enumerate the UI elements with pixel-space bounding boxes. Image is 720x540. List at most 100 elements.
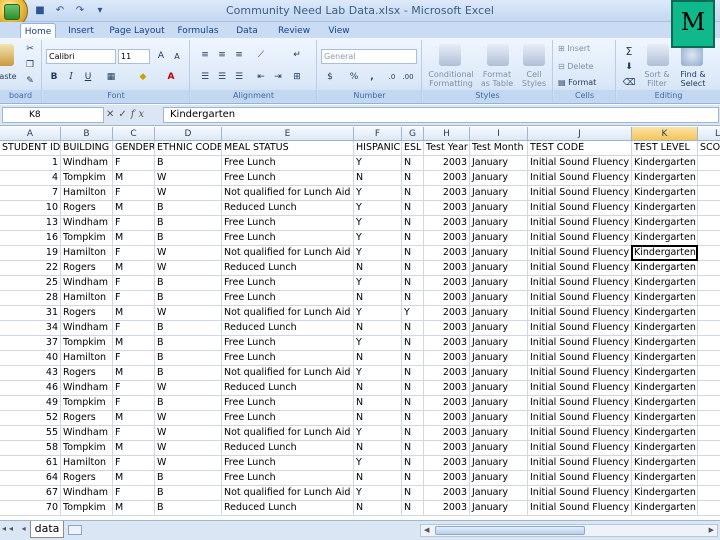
table-cell[interactable]: F — [113, 246, 155, 261]
copy-icon[interactable]: ❐ — [22, 58, 38, 73]
table-cell[interactable]: 34 — [0, 321, 61, 336]
table-cell[interactable]: N — [354, 171, 402, 186]
table-cell[interactable]: Free Lunch — [222, 291, 354, 306]
table-cell[interactable]: Initial Sound Fluency — [528, 156, 632, 171]
table-cell[interactable]: January — [470, 291, 528, 306]
table-cell[interactable]: Kindergarten — [632, 201, 698, 216]
table-cell[interactable]: 2003 — [424, 321, 470, 336]
table-cell[interactable]: Initial Sound Fluency — [528, 231, 632, 246]
table-cell[interactable]: 19 — [0, 246, 61, 261]
table-cell[interactable]: F — [113, 291, 155, 306]
table-cell[interactable]: Kindergarten — [632, 321, 698, 336]
table-cell[interactable]: 1 — [698, 381, 720, 396]
table-cell[interactable]: January — [470, 396, 528, 411]
table-cell[interactable]: N — [354, 291, 402, 306]
table-cell[interactable]: Initial Sound Fluency — [528, 351, 632, 366]
table-cell[interactable]: Y — [354, 156, 402, 171]
table-cell[interactable]: January — [470, 411, 528, 426]
table-cell[interactable]: M — [113, 201, 155, 216]
table-cell[interactable]: W — [155, 426, 222, 441]
format-as-table-icon[interactable] — [487, 44, 509, 66]
table-cell[interactable] — [698, 156, 720, 171]
table-cell[interactable]: M — [113, 471, 155, 486]
table-cell[interactable]: 46 — [0, 381, 61, 396]
table-cell[interactable] — [698, 291, 720, 306]
table-cell[interactable]: Y — [354, 276, 402, 291]
table-cell[interactable]: Rogers — [61, 411, 113, 426]
table-cell[interactable]: B — [155, 201, 222, 216]
table-cell[interactable]: Tompkim — [61, 441, 113, 456]
table-cell[interactable] — [698, 276, 720, 291]
grow-font-icon[interactable]: A — [153, 49, 169, 64]
table-cell[interactable]: Kindergarten — [632, 216, 698, 231]
table-cell[interactable]: Kindergarten — [632, 501, 698, 516]
table-cell[interactable]: Y — [354, 306, 402, 321]
table-cell[interactable]: N — [354, 441, 402, 456]
table-cell[interactable]: Reduced Lunch — [222, 261, 354, 276]
table-cell[interactable]: 2003 — [424, 381, 470, 396]
fill-color-icon[interactable]: ◆ — [135, 70, 151, 85]
decrease-decimal-icon[interactable]: .00 — [400, 70, 416, 85]
table-cell[interactable]: Free Lunch — [222, 231, 354, 246]
scroll-left-icon[interactable]: ◀ — [424, 525, 429, 536]
header-cell[interactable]: SCO — [698, 141, 720, 156]
tab-page-layout[interactable]: Page Layout — [106, 23, 168, 39]
column-header-d[interactable]: D — [155, 127, 222, 141]
table-cell[interactable]: Free Lunch — [222, 456, 354, 471]
table-cell[interactable]: Kindergarten — [632, 306, 698, 321]
table-cell[interactable]: N — [354, 501, 402, 516]
table-cell[interactable]: M — [113, 171, 155, 186]
table-cell[interactable]: N — [402, 486, 424, 501]
table-cell[interactable]: 43 — [0, 366, 61, 381]
conditional-formatting-label[interactable]: Conditional Formatting — [423, 70, 479, 88]
table-cell[interactable]: Initial Sound Fluency — [528, 261, 632, 276]
clear-icon[interactable]: ⌫ — [621, 76, 637, 91]
table-cell[interactable]: 22 — [0, 261, 61, 276]
table-cell[interactable]: Y — [354, 426, 402, 441]
table-cell[interactable]: 40 — [0, 351, 61, 366]
table-cell[interactable]: Reduced Lunch — [222, 501, 354, 516]
table-cell[interactable]: Kindergarten — [632, 186, 698, 201]
table-cell[interactable]: 37 — [0, 336, 61, 351]
table-cell[interactable]: F — [113, 396, 155, 411]
header-cell[interactable]: ETHNIC CODE — [155, 141, 222, 156]
table-cell[interactable]: Rogers — [61, 471, 113, 486]
tab-view[interactable]: View — [322, 23, 356, 39]
merge-center-icon[interactable]: ⊞ — [289, 70, 305, 85]
cancel-icon[interactable]: ✕ — [106, 109, 118, 120]
table-cell[interactable]: Not qualified for Lunch Aid — [222, 486, 354, 501]
table-cell[interactable]: Free Lunch — [222, 351, 354, 366]
spreadsheet-grid[interactable]: A B C D E F G H I J K L STUDENT ID BUILDING GENDER ETHN… — [0, 127, 720, 520]
table-cell[interactable]: January — [470, 426, 528, 441]
table-cell[interactable]: 58 — [0, 441, 61, 456]
column-header-j[interactable]: J — [528, 127, 632, 141]
table-cell[interactable]: 1 — [698, 351, 720, 366]
table-cell[interactable]: 2003 — [424, 501, 470, 516]
name-box[interactable]: K8 — [2, 107, 104, 123]
table-cell[interactable]: M — [113, 231, 155, 246]
cell-styles-icon[interactable] — [523, 44, 545, 66]
table-cell[interactable]: B — [155, 336, 222, 351]
cut-icon[interactable]: ✂ — [22, 42, 38, 57]
table-cell[interactable]: January — [470, 201, 528, 216]
table-cell[interactable]: N — [402, 291, 424, 306]
font-color-icon[interactable]: A — [163, 70, 179, 85]
table-cell[interactable]: N — [402, 201, 424, 216]
table-cell[interactable]: Y — [354, 366, 402, 381]
table-cell[interactable]: Free Lunch — [222, 411, 354, 426]
table-cell[interactable]: N — [402, 366, 424, 381]
table-cell[interactable]: 67 — [0, 486, 61, 501]
table-cell[interactable]: January — [470, 231, 528, 246]
table-cell[interactable]: N — [402, 336, 424, 351]
table-cell[interactable]: Tompkim — [61, 501, 113, 516]
table-cell[interactable]: 2003 — [424, 336, 470, 351]
table-cell[interactable]: 2003 — [424, 201, 470, 216]
table-cell[interactable]: W — [155, 171, 222, 186]
table-cell[interactable]: 10 — [0, 201, 61, 216]
table-cell[interactable]: N — [402, 411, 424, 426]
table-cell[interactable]: Initial Sound Fluency — [528, 366, 632, 381]
table-cell[interactable]: Windham — [61, 321, 113, 336]
align-middle-icon[interactable]: ≡ — [214, 48, 230, 63]
table-cell[interactable]: January — [470, 306, 528, 321]
table-cell[interactable]: Kindergarten — [632, 276, 698, 291]
